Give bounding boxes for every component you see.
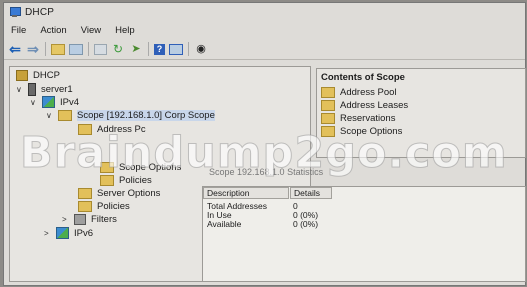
ipv4-icon <box>42 96 55 108</box>
table-cell-description: Available <box>207 219 242 229</box>
list-item-reservations[interactable]: Reservations <box>321 113 395 124</box>
tree-label: IPv4 <box>60 96 80 108</box>
view-icon[interactable] <box>169 43 183 55</box>
tree-node-server1[interactable]: ∨ server1 <box>16 83 73 96</box>
column-header-description[interactable]: Description <box>203 187 289 199</box>
tree-label: Filters <box>91 214 117 225</box>
chevron-down-icon[interactable]: ∨ <box>30 98 38 107</box>
list-item-address-leases[interactable]: Address Leases <box>321 100 408 111</box>
tree-label: DHCP <box>33 70 60 81</box>
tree-node-filters[interactable]: > Filters <box>62 214 117 225</box>
tree-node-address-pool[interactable]: Address Pc <box>78 124 146 135</box>
up-folder-icon[interactable] <box>51 43 65 55</box>
column-header-details[interactable]: Details <box>290 187 332 199</box>
console-tree-icon[interactable] <box>69 43 83 55</box>
chevron-right-icon[interactable]: > <box>44 229 52 238</box>
scope-options-icon <box>321 126 335 137</box>
window-title: DHCP <box>25 6 55 18</box>
list-item-label: Address Leases <box>340 100 409 111</box>
contents-header: Contents of Scope <box>321 72 405 83</box>
dhcp-window: DHCP File Action View Help ⇐ ⇒ ↻ ➤ ? ◉ D… <box>3 2 526 286</box>
tree-label: Policies <box>97 201 130 212</box>
tree-label: server1 <box>41 84 73 95</box>
tree-node-server-options[interactable]: Server Options <box>78 188 160 199</box>
tree-label: Scope Options <box>119 162 182 173</box>
tree-node-scope[interactable]: ∨ Scope [192.168.1.0] Corp Scope <box>46 110 215 121</box>
statistics-table: Description Details Total Addresses 0 In… <box>202 186 526 282</box>
server-options-icon <box>78 188 92 199</box>
policies-icon <box>78 201 92 212</box>
list-item-label: Scope Options <box>340 126 403 137</box>
ipv6-icon <box>56 227 69 239</box>
toolbar-separator <box>148 42 149 56</box>
chevron-right-icon[interactable]: > <box>62 215 70 224</box>
tree-node-ipv4[interactable]: ∨ IPv4 <box>30 96 79 108</box>
contents-pane: Contents of Scope Address Pool Address L… <box>316 68 526 158</box>
forward-icon[interactable]: ⇒ <box>26 42 40 56</box>
tree-label: Scope [192.168.1.0] Corp Scope <box>77 110 215 121</box>
properties-icon[interactable] <box>94 43 107 55</box>
list-item-scope-options[interactable]: Scope Options <box>321 126 402 137</box>
dhcp-app-icon <box>9 7 21 17</box>
chevron-down-icon[interactable]: ∨ <box>16 85 24 94</box>
refresh-icon[interactable]: ↻ <box>111 43 125 56</box>
list-item-label: Reservations <box>340 113 396 124</box>
tree-node-dhcp[interactable]: DHCP <box>16 70 60 81</box>
address-pool-icon <box>321 87 335 98</box>
back-icon[interactable]: ⇐ <box>8 42 22 56</box>
menu-action[interactable]: Action <box>40 25 66 36</box>
toolbar: ⇐ ⇒ ↻ ➤ ? ◉ <box>4 39 525 60</box>
toolbar-separator <box>45 42 46 56</box>
tree-label: Policies <box>119 175 152 186</box>
tree-node-scope-options[interactable]: Scope Options <box>100 162 181 173</box>
menu-bar: File Action View Help <box>4 22 142 38</box>
tree-label: IPv6 <box>74 227 94 239</box>
export-list-icon[interactable]: ➤ <box>129 43 143 56</box>
server-icon <box>28 83 36 96</box>
policies-icon <box>100 175 114 186</box>
list-item-label: Address Pool <box>340 87 397 98</box>
filter-icon <box>74 214 86 225</box>
table-cell-details: 0 (0%) <box>293 219 319 229</box>
scope-folder-icon <box>58 110 72 121</box>
statistics-title: Scope 192.168.1.0 Statistics <box>209 167 324 177</box>
title-bar: DHCP <box>4 3 525 21</box>
address-leases-icon <box>321 100 335 111</box>
tree-node-policies[interactable]: Policies <box>78 201 130 212</box>
toolbar-separator <box>188 42 189 56</box>
list-item-address-pool[interactable]: Address Pool <box>321 87 397 98</box>
tree-node-scope-policies[interactable]: Policies <box>100 175 152 186</box>
record-icon[interactable]: ◉ <box>194 43 208 56</box>
menu-file[interactable]: File <box>11 25 26 36</box>
scope-options-icon <box>100 162 114 173</box>
address-pool-icon <box>78 124 92 135</box>
dhcp-icon <box>16 70 28 81</box>
reservations-icon <box>321 113 335 124</box>
chevron-down-icon[interactable]: ∨ <box>46 111 54 120</box>
menu-help[interactable]: Help <box>115 25 135 36</box>
menu-view[interactable]: View <box>81 25 101 36</box>
toolbar-separator <box>88 42 89 56</box>
tree-label: Address Pc <box>97 124 146 135</box>
tree-node-ipv6[interactable]: > IPv6 <box>44 227 93 239</box>
help-icon[interactable]: ? <box>154 43 165 55</box>
tree-label: Server Options <box>97 188 161 199</box>
